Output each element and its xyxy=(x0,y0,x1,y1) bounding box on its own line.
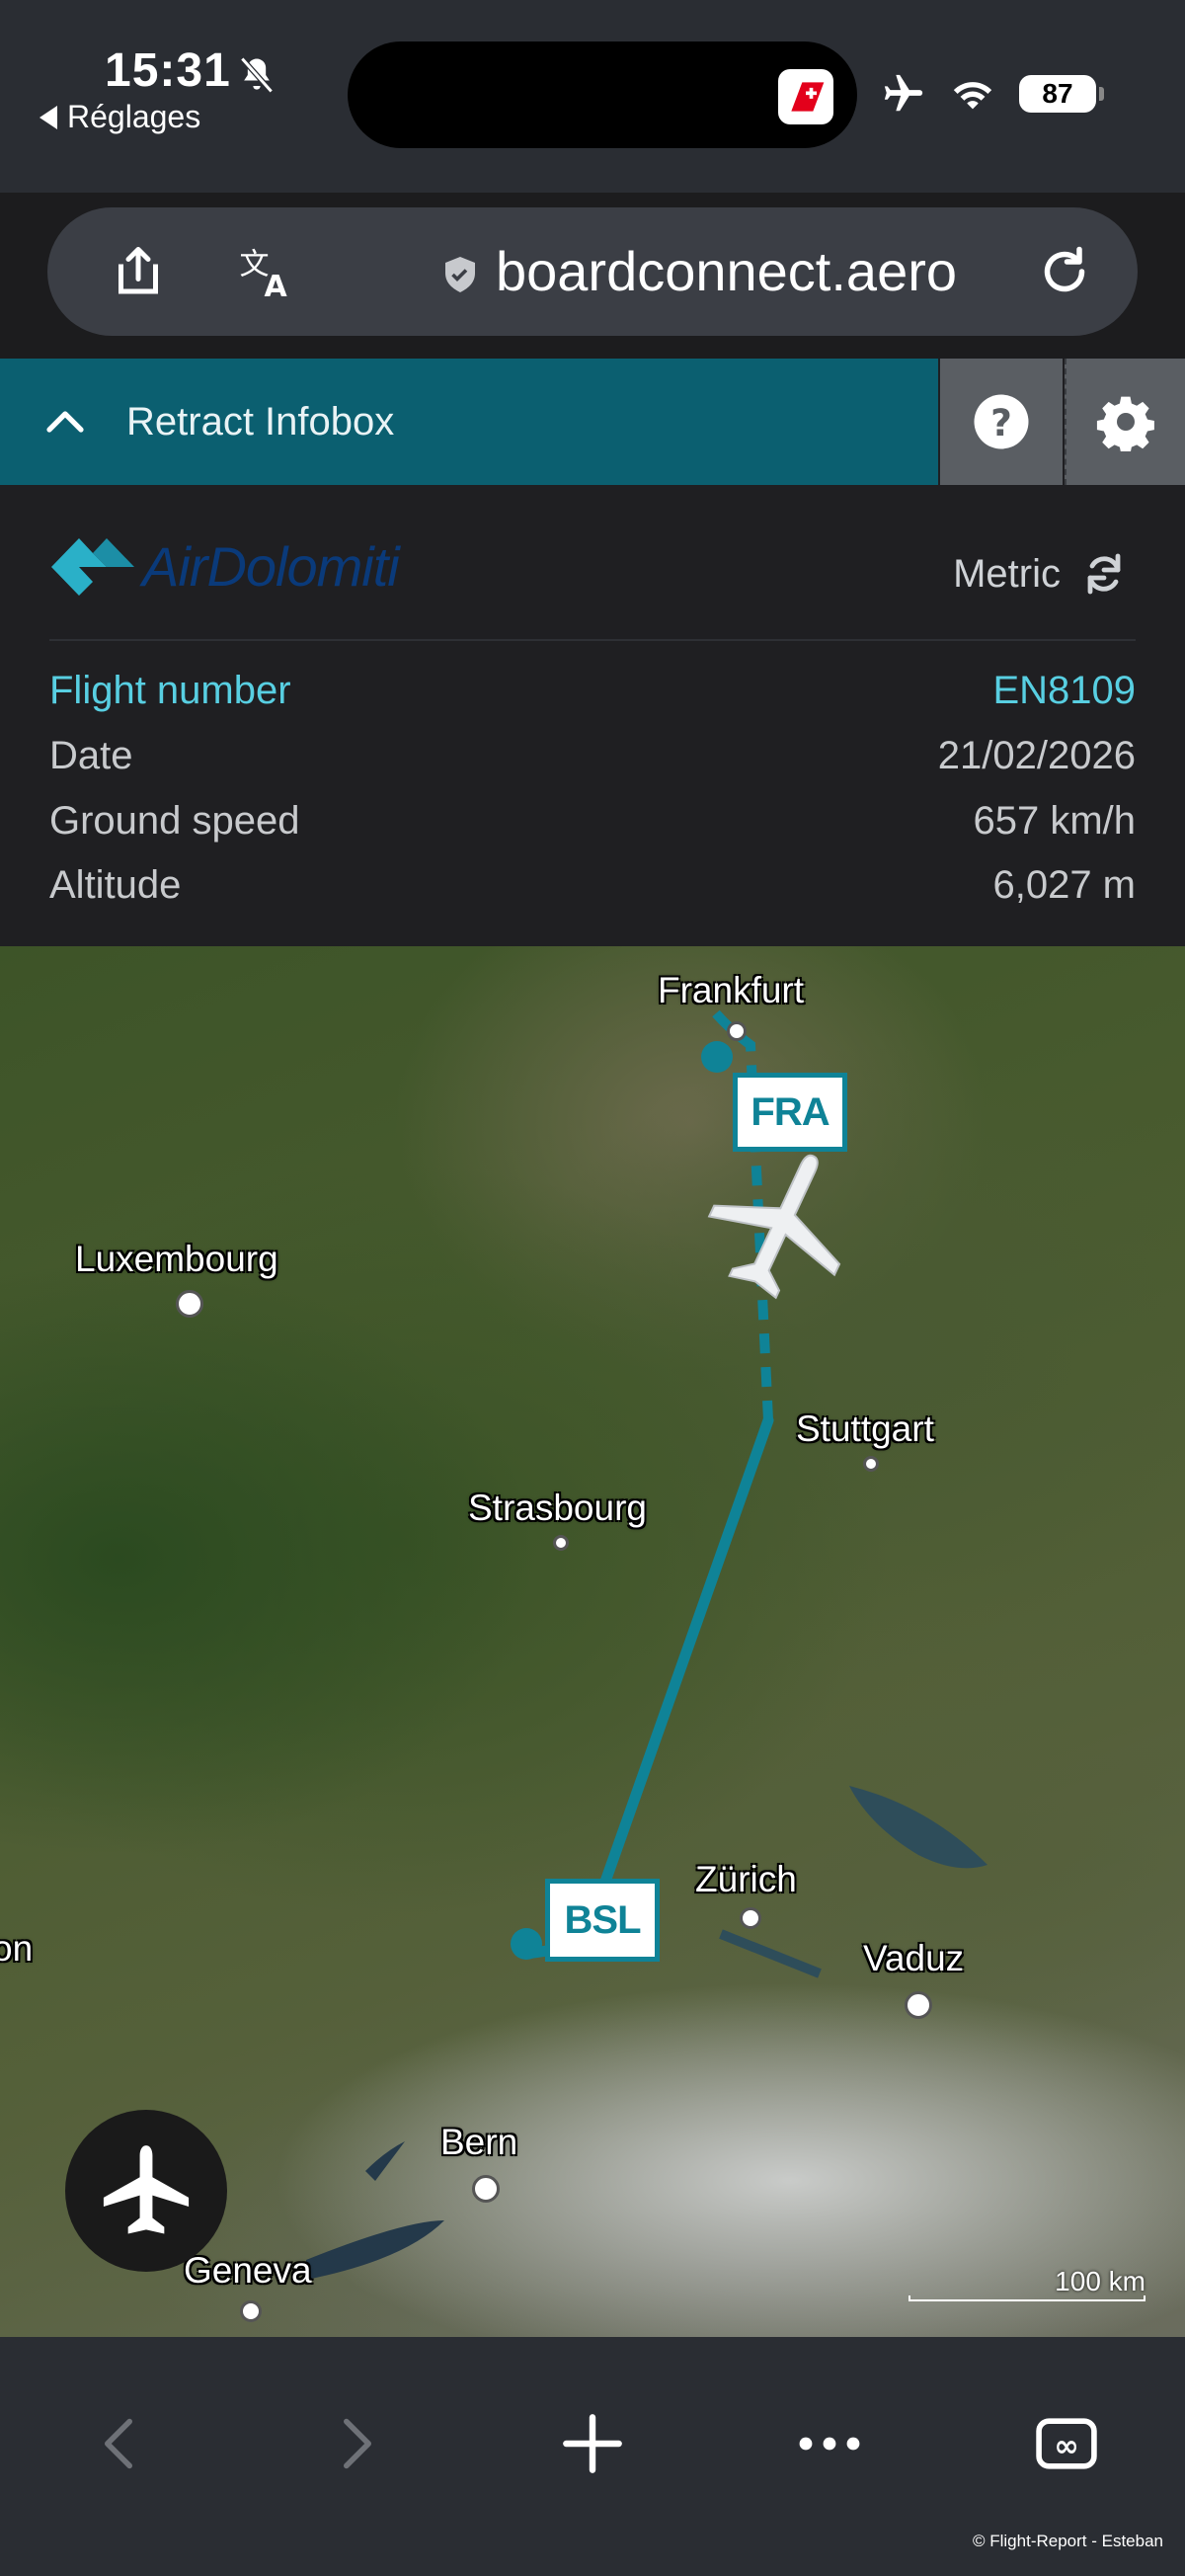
center-on-plane-button[interactable] xyxy=(65,2110,227,2272)
airport-label-origin[interactable]: BSL xyxy=(545,1879,660,1962)
city-label: Stuttgart xyxy=(796,1409,934,1449)
city-label: Frankfurt xyxy=(658,970,805,1010)
info-value: 657 km/h xyxy=(973,799,1136,843)
info-row-altitude: Altitude 6,027 m xyxy=(49,863,1136,908)
city-label: Luxembourg xyxy=(75,1239,278,1279)
info-label: Date xyxy=(49,734,133,777)
lake-constance xyxy=(849,1786,988,1869)
retract-infobox-button[interactable]: Retract Infobox xyxy=(0,359,938,485)
bell-slash-icon xyxy=(240,56,274,94)
help-icon: ? xyxy=(974,394,1029,449)
lake-neuchatel xyxy=(365,2141,405,2181)
wifi-icon xyxy=(953,82,992,110)
more-button[interactable] xyxy=(790,2404,869,2483)
info-label: Altitude xyxy=(49,863,182,907)
back-icon xyxy=(105,2418,132,2469)
back-to-app-link[interactable]: Réglages xyxy=(40,99,200,135)
airline-logo: AirDolomiti xyxy=(49,534,400,599)
info-label: Flight number xyxy=(49,669,291,712)
city-dot xyxy=(905,1991,932,2019)
airplane-mode-icon xyxy=(884,74,923,112)
info-label: Ground speed xyxy=(49,799,300,843)
airdolomiti-mark-icon xyxy=(51,537,134,596)
info-row-date: Date 21/02/2026 xyxy=(49,734,1136,778)
airline-logo-text: AirDolomiti xyxy=(142,535,400,598)
city-label: on xyxy=(0,1928,34,1969)
info-value: EN8109 xyxy=(992,669,1136,712)
city-dot xyxy=(240,2300,262,2322)
tabs-icon: ∞ xyxy=(1036,2418,1097,2469)
gear-icon xyxy=(1096,396,1154,451)
map-scale-label: 100 km xyxy=(1055,2266,1146,2296)
forward-button[interactable] xyxy=(318,2404,397,2483)
status-bar: 15:31 Réglages 87 xyxy=(0,0,1185,193)
info-row-ground-speed: Ground speed 657 km/h xyxy=(49,799,1136,844)
chevron-up-icon xyxy=(46,411,84,433)
forward-icon xyxy=(344,2418,371,2469)
new-tab-button[interactable] xyxy=(553,2404,632,2483)
city-dot xyxy=(472,2175,500,2203)
photo-credit: © Flight-Report - Esteban xyxy=(973,2532,1163,2550)
unit-system-label: Metric xyxy=(953,551,1061,596)
status-icons: 87 xyxy=(881,71,1104,117)
dynamic-island xyxy=(348,41,857,148)
airport-label-destination[interactable]: FRA xyxy=(733,1073,847,1152)
info-value: 21/02/2026 xyxy=(937,734,1136,777)
unit-toggle[interactable]: Metric xyxy=(953,550,1128,598)
plane-icon xyxy=(103,2145,190,2234)
battery-indicator: 87 xyxy=(1019,75,1104,113)
svg-text:?: ? xyxy=(990,401,1012,444)
swiss-app-icon xyxy=(778,69,833,124)
translate-icon[interactable]: 文 A xyxy=(237,242,296,302)
tabs-button[interactable]: ∞ xyxy=(1027,2404,1106,2483)
info-row-flight-number: Flight number EN8109 xyxy=(49,669,1136,713)
back-button[interactable] xyxy=(79,2404,158,2483)
help-button[interactable]: ? xyxy=(940,359,1063,485)
map-scale-bar xyxy=(908,2295,1146,2301)
city-dot xyxy=(863,1456,879,1472)
url-bar[interactable]: 文 A boardconnect.aero xyxy=(47,207,1138,336)
refresh-icon xyxy=(1087,553,1121,595)
infobox-header: Retract Infobox ? xyxy=(0,359,1185,485)
svg-text:∞: ∞ xyxy=(1054,2430,1078,2464)
settings-button[interactable] xyxy=(1065,359,1185,485)
flight-info-panel: AirDolomiti Metric Flight number EN8109 … xyxy=(0,485,1185,946)
city-dot xyxy=(553,1535,569,1551)
city-dot xyxy=(176,1290,203,1318)
shield-icon xyxy=(445,257,475,292)
divider xyxy=(49,639,1136,641)
city-label: Zürich xyxy=(695,1859,797,1899)
plus-icon xyxy=(563,2414,622,2473)
lake-geneva xyxy=(306,2220,444,2280)
bsl-endpoint xyxy=(511,1928,542,1960)
city-dot xyxy=(727,1021,747,1041)
city-label: Vaduz xyxy=(863,1938,965,1978)
city-label: Bern xyxy=(440,2122,518,2162)
svg-text:A: A xyxy=(265,270,288,301)
share-icon[interactable] xyxy=(109,242,168,301)
city-label: Strasbourg xyxy=(468,1488,647,1528)
lake-zurich xyxy=(719,1929,822,1978)
status-time: 15:31 xyxy=(105,44,231,97)
flight-map[interactable]: Frankfurt FRA Luxembourg Stuttgart Stras… xyxy=(0,946,1185,2337)
back-triangle-icon xyxy=(40,105,57,129)
back-app-label: Réglages xyxy=(67,99,201,134)
more-icon xyxy=(799,2437,860,2451)
info-value: 6,027 m xyxy=(992,863,1136,907)
reload-icon[interactable] xyxy=(1035,242,1094,301)
retract-infobox-label: Retract Infobox xyxy=(126,399,395,443)
fra-endpoint xyxy=(701,1041,733,1073)
url-text[interactable]: boardconnect.aero xyxy=(496,239,957,303)
aircraft-marker xyxy=(707,1154,841,1300)
city-label: Geneva xyxy=(184,2250,312,2291)
city-dot xyxy=(740,1907,761,1929)
